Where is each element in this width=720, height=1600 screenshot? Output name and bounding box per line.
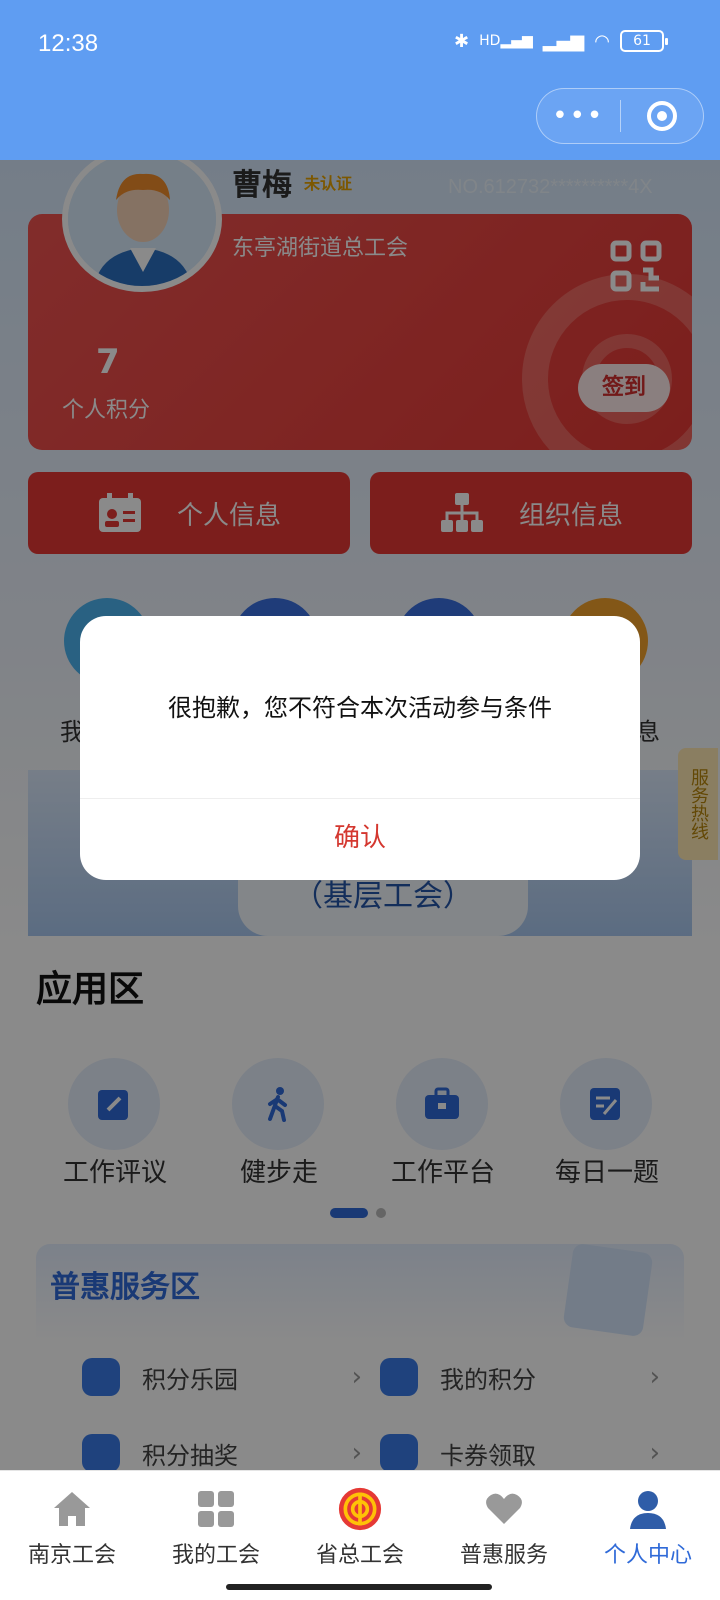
tab-label: 个人中心 [603, 1543, 692, 1568]
tab-label: 省总工会 [315, 1543, 404, 1568]
tab-label: 我的工会 [171, 1543, 260, 1568]
confirm-button[interactable]: 确认 [80, 799, 640, 880]
home-indicator [226, 1584, 492, 1590]
target-icon [646, 101, 677, 131]
bottom-tab-bar: 南京工会 我的工会 省总工会 普惠服务 个人中心 [0, 1470, 720, 1600]
status-icons: ✱ HD▂▄▆ ▂▄▆ ◠ 61 [454, 30, 668, 52]
tab-nanjing-union[interactable]: 南京工会 [0, 1487, 144, 1569]
mini-program-capsule: ••• [536, 88, 704, 144]
wifi-icon: ◠ [594, 30, 610, 52]
tab-benefit-service[interactable]: 普惠服务 [432, 1487, 576, 1569]
union-logo-icon [338, 1487, 382, 1531]
tab-label: 南京工会 [27, 1543, 116, 1568]
close-mini-program-button[interactable] [621, 101, 704, 131]
tab-personal-center[interactable]: 个人中心 [576, 1487, 720, 1569]
heart-hand-icon [482, 1487, 526, 1531]
signal-icon-2: ▂▄▆ [542, 30, 585, 52]
home-icon [50, 1487, 94, 1531]
tab-label: 普惠服务 [459, 1543, 548, 1568]
status-time: 12:38 [38, 30, 99, 57]
network-type: HD [479, 33, 501, 49]
dialog-message: 很抱歉，您不符合本次活动参与条件 [168, 694, 552, 722]
alert-dialog: 很抱歉，您不符合本次活动参与条件 确认 [80, 616, 640, 880]
bluetooth-icon: ✱ [454, 30, 470, 52]
grid-icon [194, 1487, 238, 1531]
signal-icon: HD▂▄▆ [479, 33, 533, 49]
more-options-icon[interactable]: ••• [537, 88, 620, 144]
tab-provincial-union[interactable]: 省总工会 [288, 1487, 432, 1569]
person-icon [626, 1487, 670, 1531]
battery-icon: 61 [620, 30, 668, 52]
tab-my-union[interactable]: 我的工会 [144, 1487, 288, 1569]
